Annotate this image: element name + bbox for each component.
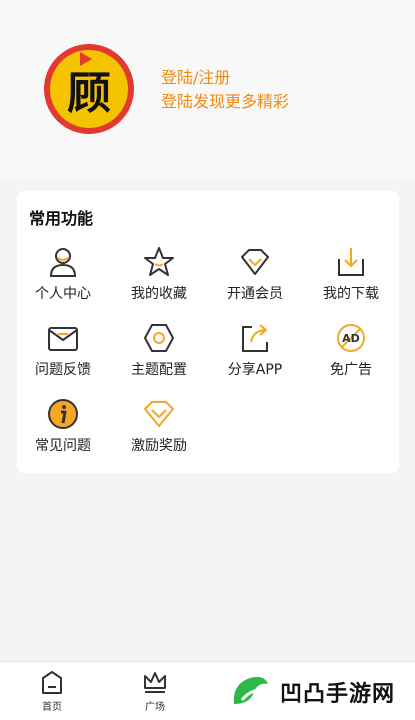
logo-char: 顾 [67,68,111,119]
common-functions-card: 常用功能 个人中心 我的收藏 开通会员 我的下载 问题反馈 主题配置 分享APP… [17,191,399,473]
menu-item-vip[interactable]: 开通会员 [209,245,301,305]
menu-item-label: 我的收藏 [131,286,187,302]
star-icon [144,247,174,276]
menu-item-share[interactable]: 分享APP [209,321,301,381]
menu-item-favorites[interactable]: 我的收藏 [113,245,205,305]
login-subtitle: 登陆发现更多精彩 [161,92,290,111]
menu-item-label: 分享APP [227,362,283,378]
menu-item-label: 开通会员 [227,286,283,302]
menu-item-theme[interactable]: 主题配置 [113,321,205,381]
menu-item-feedback[interactable]: 问题反馈 [17,321,109,381]
watermark-logo-icon [233,676,268,704]
feedback-icon [48,327,78,351]
share-icon [242,324,268,352]
tab-label: 广场 [145,702,165,713]
home-icon [42,671,62,694]
crown-icon [144,672,166,693]
tab-label: 首页 [42,702,62,713]
menu-item-label: 主题配置 [131,362,187,378]
logo-badge: 顾 [50,50,128,128]
app-logo: 顾 [44,44,134,134]
login-area[interactable]: 登陆/注册 登陆发现更多精彩 [161,66,289,114]
menu-item-label: 激励奖励 [131,438,187,454]
menu-item-label: 问题反馈 [35,362,91,378]
menu-item-faq[interactable]: 常见问题 [17,397,109,457]
menu-item-label: 常见问题 [35,438,91,454]
menu-item-downloads[interactable]: 我的下载 [305,245,397,305]
play-icon [80,52,92,66]
no-ads-icon: AD [337,324,365,352]
watermark-text: 凹凸手游网 [280,682,396,707]
card-title: 常用功能 [29,209,94,228]
login-link[interactable]: 登陆/注册 [161,66,289,90]
menu-item-rewards[interactable]: 激励奖励 [113,397,205,457]
profile-header: 顾 登陆/注册 登陆发现更多精彩 [0,0,415,180]
vip-icon [241,249,269,275]
info-icon [48,399,78,429]
user-icon [49,248,77,277]
tab-square[interactable]: 广场 [125,668,185,718]
watermark: 凹凸手游网 [228,667,410,717]
diamond-icon [144,401,174,427]
download-icon [338,248,364,276]
theme-icon [144,324,174,352]
menu-item-no-ads[interactable]: AD 免广告 [305,321,397,381]
svg-text:AD: AD [342,332,360,345]
tab-home[interactable]: 首页 [22,668,82,718]
menu-item-personal-center[interactable]: 个人中心 [17,245,109,305]
menu-item-label: 个人中心 [35,286,91,302]
menu-item-label: 我的下载 [323,286,379,302]
menu-item-label: 免广告 [330,362,372,378]
